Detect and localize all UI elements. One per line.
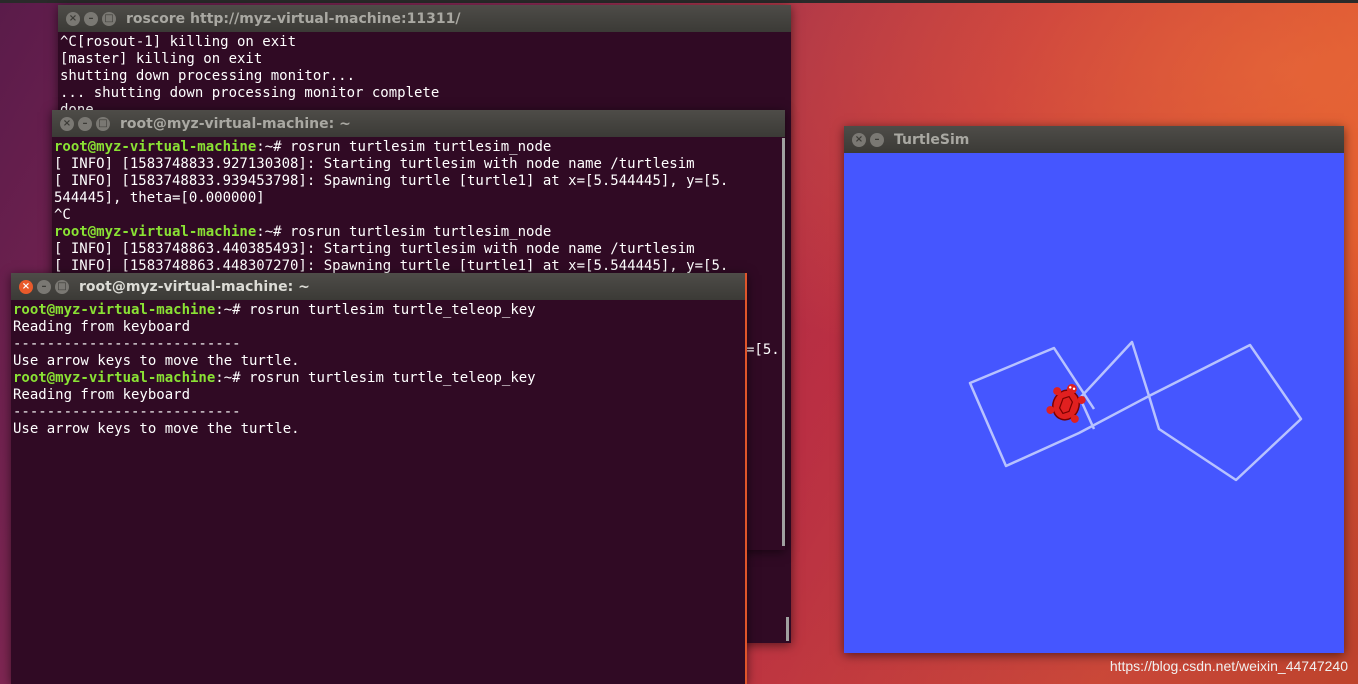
maximize-icon[interactable]: □ bbox=[55, 279, 69, 294]
output-line: Use arrow keys to move the turtle. bbox=[13, 421, 300, 437]
output-line: Reading from keyboard bbox=[13, 319, 191, 335]
command-line: root@myz-virtual-machine:~# rosrun turtl… bbox=[13, 302, 745, 319]
minimize-icon[interactable]: – bbox=[870, 132, 884, 147]
teleop-titlebar[interactable]: × – □ root@myz-virtual-machine: ~ bbox=[11, 273, 745, 300]
close-icon[interactable]: × bbox=[19, 279, 33, 294]
prompt-user: root@myz-virtual-machine bbox=[54, 224, 257, 240]
output-line: --------------------------- bbox=[13, 404, 241, 420]
output-line: Reading from keyboard bbox=[13, 387, 191, 403]
prompt-user: root@myz-virtual-machine bbox=[13, 370, 216, 386]
command-text: rosrun turtlesim turtle_teleop_key bbox=[240, 370, 536, 386]
turtle-trail bbox=[1147, 343, 1303, 482]
command-text: rosrun turtlesim turtle_teleop_key bbox=[240, 302, 536, 318]
output-line: ^C bbox=[54, 207, 71, 223]
teleop-terminal-window[interactable]: × – □ root@myz-virtual-machine: ~ root@m… bbox=[11, 273, 747, 684]
turtlesim-canvas bbox=[844, 153, 1344, 653]
top-panel-edge bbox=[0, 0, 1358, 3]
partially-hidden-text: =[5. bbox=[746, 342, 780, 358]
watermark: https://blog.csdn.net/weixin_44747240 bbox=[1109, 658, 1348, 674]
close-icon[interactable]: × bbox=[60, 116, 74, 131]
roscore-titlebar[interactable]: × – □ roscore http://myz-virtual-machine… bbox=[58, 5, 791, 32]
command-line: root@myz-virtual-machine:~# rosrun turtl… bbox=[54, 224, 785, 241]
scrollbar[interactable] bbox=[786, 617, 789, 641]
prompt-user: root@myz-virtual-machine bbox=[13, 302, 216, 318]
turtlesim-titlebar[interactable]: × – TurtleSim bbox=[844, 126, 1344, 153]
output-line: 544445], theta=[0.000000] bbox=[54, 190, 265, 206]
prompt-user: root@myz-virtual-machine bbox=[54, 139, 257, 155]
prompt-path: :~# bbox=[215, 302, 241, 318]
output-line: ... shutting down processing monitor com… bbox=[60, 85, 440, 101]
minimize-icon[interactable]: – bbox=[78, 116, 92, 131]
minimize-icon[interactable]: – bbox=[84, 11, 98, 26]
output-line: --------------------------- bbox=[13, 336, 241, 352]
terminal-output[interactable]: root@myz-virtual-machine:~# rosrun turtl… bbox=[11, 300, 745, 684]
command-text: rosrun turtlesim turtlesim_node bbox=[281, 224, 552, 240]
output-line: [ INFO] [1583748833.927130308]: Starting… bbox=[54, 156, 695, 172]
prompt-path: :~# bbox=[215, 370, 241, 386]
command-line: root@myz-virtual-machine:~# rosrun turtl… bbox=[13, 370, 745, 387]
node-titlebar[interactable]: × – □ root@myz-virtual-machine: ~ bbox=[52, 110, 785, 137]
output-line: ^C[rosout-1] killing on exit bbox=[60, 34, 297, 50]
window-title: roscore http://myz-virtual-machine:11311… bbox=[126, 10, 461, 27]
maximize-icon[interactable]: □ bbox=[102, 11, 116, 26]
command-text: rosrun turtlesim turtlesim_node bbox=[281, 139, 552, 155]
output-line: [master] killing on exit bbox=[60, 51, 263, 67]
prompt-path: :~# bbox=[256, 224, 282, 240]
close-icon[interactable]: × bbox=[66, 11, 80, 26]
output-line: [ INFO] [1583748863.440385493]: Starting… bbox=[54, 241, 695, 257]
window-title: root@myz-virtual-machine: ~ bbox=[120, 115, 351, 132]
window-title: root@myz-virtual-machine: ~ bbox=[79, 278, 310, 295]
prompt-path: :~# bbox=[256, 139, 282, 155]
window-title: TurtleSim bbox=[894, 131, 970, 148]
output-line: shutting down processing monitor... bbox=[60, 68, 356, 84]
minimize-icon[interactable]: – bbox=[37, 279, 51, 294]
close-icon[interactable]: × bbox=[852, 132, 866, 147]
output-line: [ INFO] [1583748833.939453798]: Spawning… bbox=[54, 173, 729, 189]
output-line: Use arrow keys to move the turtle. bbox=[13, 353, 300, 369]
maximize-icon[interactable]: □ bbox=[96, 116, 110, 131]
scrollbar[interactable] bbox=[782, 138, 785, 546]
command-line: root@myz-virtual-machine:~# rosrun turtl… bbox=[54, 139, 785, 156]
turtle-icon bbox=[1046, 384, 1086, 423]
turtle-trail-drawing bbox=[968, 340, 1303, 482]
turtlesim-window[interactable]: × – TurtleSim bbox=[844, 126, 1344, 653]
